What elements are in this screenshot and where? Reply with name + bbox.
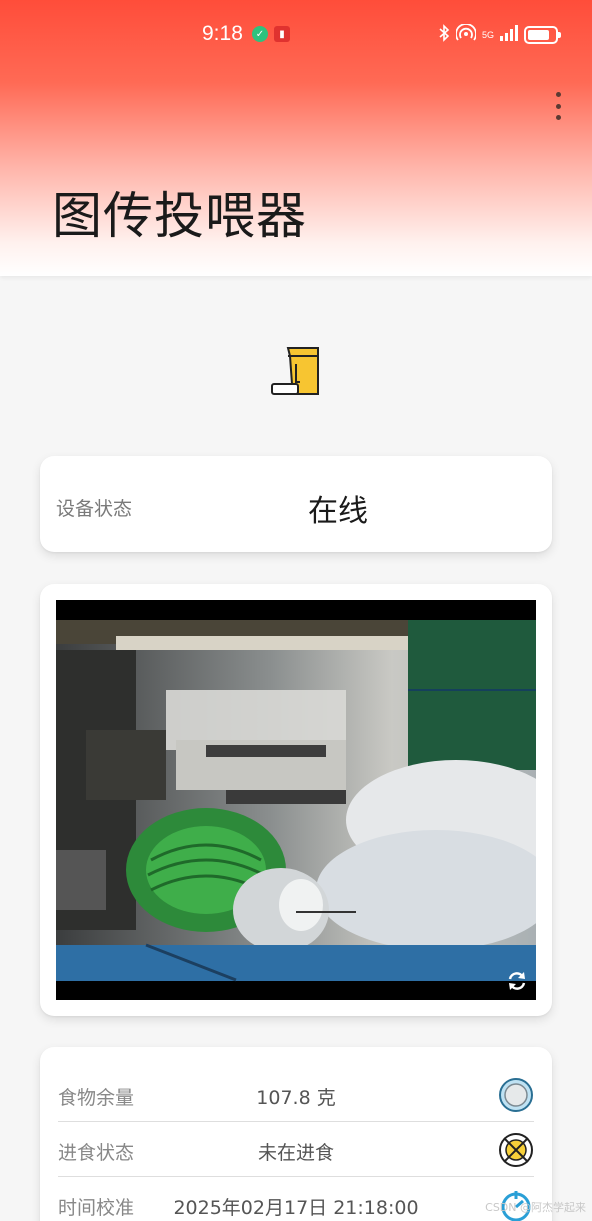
no-eating-icon[interactable] xyxy=(498,1132,534,1168)
eating-status-row: 进食状态 未在进食 xyxy=(58,1122,534,1177)
dot xyxy=(555,92,561,97)
notification-icons: ✓ ▮ xyxy=(252,26,290,42)
status-time: 9:18 xyxy=(202,22,243,45)
refresh-icon[interactable] xyxy=(506,970,528,992)
time-sync-row: 时间校准 2025年02月17日 21:18:00 xyxy=(58,1177,534,1221)
overflow-menu-button[interactable] xyxy=(552,92,564,120)
dot xyxy=(555,115,561,120)
shield-check-icon: ✓ xyxy=(252,26,268,42)
plate-icon[interactable] xyxy=(498,1077,534,1113)
signal-icon xyxy=(500,25,518,45)
eating-status-value: 未在进食 xyxy=(257,1142,334,1164)
watermark: CSDN @阿杰学起来 xyxy=(485,1201,586,1214)
book-icon: ▮ xyxy=(274,26,290,42)
dot xyxy=(555,103,561,109)
food-remaining-value: 107.8 克 xyxy=(256,1087,336,1109)
bluetooth-icon xyxy=(438,24,450,46)
device-status-value: 在线 xyxy=(308,494,368,529)
app-header: 9:18 ✓ ▮ 5G 图传投喂器 xyxy=(0,0,592,276)
camera-image xyxy=(56,600,536,1000)
feeder-info-card: 食物余量 107.8 克 进食状态 未在进食 时间校准 2025年02月17日 … xyxy=(40,1047,552,1221)
device-status-label: 设备状态 xyxy=(56,498,133,520)
network-type: 5G xyxy=(481,29,494,40)
time-sync-value: 2025年02月17日 21:18:00 xyxy=(173,1197,419,1219)
camera-feed[interactable] xyxy=(56,600,536,1000)
status-right-icons: 5G xyxy=(438,23,561,46)
feeder-icon xyxy=(270,344,322,398)
food-remaining-row: 食物余量 107.8 克 xyxy=(58,1067,534,1122)
app-screen: 9:18 ✓ ▮ 5G 图传投喂器 设备状态 在线 食物余量 107.8 克 进… xyxy=(0,0,592,1221)
page-title: 图传投喂器 xyxy=(52,187,307,245)
status-bar: 9:18 ✓ ▮ 5G xyxy=(0,18,592,52)
camera-card xyxy=(40,584,552,1016)
battery-icon xyxy=(524,26,561,44)
hotspot-icon xyxy=(455,23,477,46)
device-status-card: 设备状态 在线 xyxy=(40,456,552,552)
